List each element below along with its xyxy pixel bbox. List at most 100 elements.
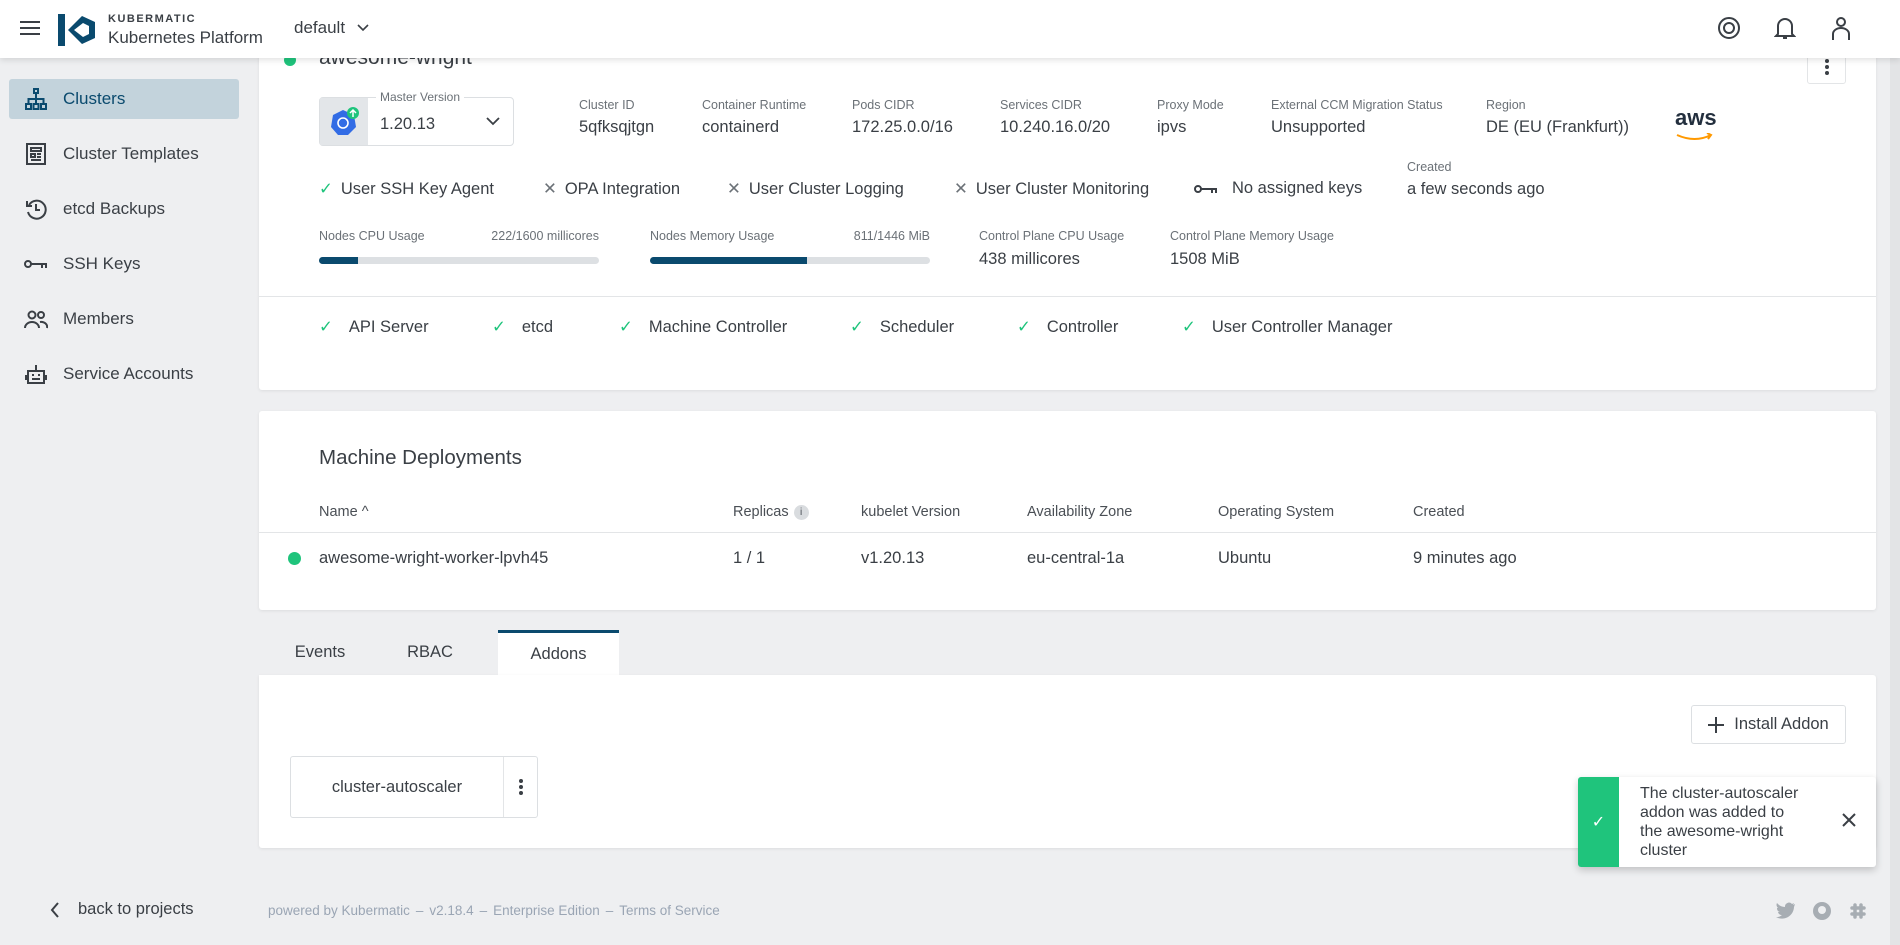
machine-deployments-card: Machine Deployments Name ^ Replicas i kub… [259,411,1876,610]
cell-name: awesome-wright-worker-lpvh45 [319,549,549,567]
key-icon [1194,184,1217,193]
column-header-zone: Availability Zone [1027,504,1133,520]
master-version-select[interactable]: Master Version 1.20.13 [319,90,514,146]
info-value: 10.240.16.0/20 [1000,118,1111,136]
feature-opa: ✕ OPA Integration [543,179,680,199]
sidebar-item-clusters[interactable]: Clusters [9,79,239,119]
master-version-label: Master Version [376,90,465,104]
history-icon [9,198,63,220]
cp-cpu-label: Control Plane CPU Usage [979,229,1125,243]
slack-icon[interactable] [1848,901,1868,921]
column-header-replicas: Replicas i [733,504,809,520]
info-icon[interactable]: i [793,504,809,520]
info-label: Container Runtime [702,98,807,112]
cpu-usage-value: 222/1600 millicores [491,229,599,243]
members-icon [9,309,63,329]
column-header-created: Created [1413,504,1465,520]
button-label: Install Addon [1734,715,1829,733]
brand-top: KUBERMATIC [108,13,197,25]
cell-kubelet: v1.20.13 [861,549,925,567]
info-label: External CCM Migration Status [1271,98,1443,112]
sidebar-item-label: SSH Keys [63,254,141,273]
provider-name: aws [1675,105,1717,130]
close-icon[interactable] [1841,812,1857,833]
table-row[interactable]: awesome-wright-worker-lpvh45 1 / 1 v1.20… [259,533,1876,583]
key-icon [9,258,63,270]
health-controller: ✓ Controller [1017,317,1118,337]
cp-cpu-value: 438 millicores [979,250,1080,268]
kubernetes-upgrade-icon [320,98,368,145]
sidebar-item-label: Clusters [63,89,126,108]
check-icon: ✓ [319,318,333,336]
menu-icon[interactable] [20,20,40,41]
tab-events[interactable]: Events [270,630,370,675]
column-header-os: Operating System [1218,504,1335,520]
sidebar-item-etcd-backups[interactable]: etcd Backups [9,189,239,229]
sidebar-item-label: Service Accounts [63,364,194,383]
health-machine-controller: ✓ Machine Controller [619,317,787,337]
user-icon[interactable] [1830,16,1852,45]
info-label: Services CIDR [1000,98,1082,112]
back-label: back to projects [78,900,194,918]
ssh-keys-label: No assigned keys [1232,179,1363,197]
column-label: Replicas [733,504,789,520]
info-label: Cluster ID [579,98,635,112]
kubermatic-logo[interactable] [58,14,96,51]
info-value: 5qfksqjtgn [579,118,655,136]
health-label: Controller [1046,317,1119,336]
back-to-projects-link[interactable]: back to projects [50,900,194,919]
help-icon[interactable] [1717,16,1741,45]
tab-addons[interactable]: Addons [498,630,619,675]
cell-zone: eu-central-1a [1027,549,1125,567]
feature-ssh-key-agent: ✓ User SSH Key Agent [319,179,494,199]
sidebar-item-ssh-keys[interactable]: SSH Keys [9,244,239,284]
feature-label: OPA Integration [564,179,681,198]
version-link[interactable]: v2.18.4 [429,903,473,918]
cp-memory-label: Control Plane Memory Usage [1170,229,1334,243]
more-vert-icon [519,779,523,795]
health-api-server: ✓ API Server [319,317,429,337]
sidebar-item-label: etcd Backups [63,199,166,218]
cp-memory-value: 1508 MiB [1170,250,1240,268]
powered-by-link[interactable]: powered by Kubermatic [268,903,410,918]
separator: – [479,903,488,918]
info-label: Pods CIDR [852,98,915,112]
check-icon: ✓ [492,318,506,336]
feature-label: User Cluster Monitoring [975,179,1150,198]
twitter-icon[interactable] [1776,901,1796,919]
addon-card[interactable]: cluster-autoscaler [290,756,538,818]
info-value: ipvs [1157,118,1187,136]
project-name: default [294,18,346,37]
status-dot [288,552,301,565]
toast-message: The cluster-autoscaler addon was added t… [1640,785,1799,859]
tab-rbac[interactable]: RBAC [380,630,480,675]
health-scheduler: ✓ Scheduler [850,317,954,337]
section-title: Machine Deployments [319,446,522,469]
column-header-name[interactable]: Name ^ [319,504,369,520]
sitemap-icon [9,88,63,110]
cpu-usage-fill [319,257,358,264]
footer: powered by Kubermatic – v2.18.4– Enterpri… [268,903,720,918]
tab-label: Addons [530,644,587,663]
check-icon: ✓ [619,318,633,336]
check-icon: ✓ [1017,318,1031,336]
feature-label: User SSH Key Agent [340,179,494,198]
addon-menu-button[interactable] [503,757,538,817]
github-icon[interactable] [1812,901,1832,921]
install-addon-button[interactable]: Install Addon [1691,705,1846,744]
master-version-value: 1.20.13 [380,115,436,133]
project-selector[interactable]: default [294,18,369,38]
sidebar-item-service-accounts[interactable]: Service Accounts [9,354,239,394]
created-label: Created [1407,160,1452,174]
bell-icon[interactable] [1773,16,1797,45]
scrollbar[interactable] [1890,58,1900,945]
info-label: Region [1486,98,1526,112]
sidebar-item-cluster-templates[interactable]: Cluster Templates [9,134,239,174]
memory-usage-bar [650,257,930,264]
terms-link[interactable]: Terms of Service [619,903,720,918]
info-label: Proxy Mode [1157,98,1224,112]
chevron-down-icon [357,24,369,32]
health-etcd: ✓ etcd [492,317,553,337]
sidebar-item-members[interactable]: Members [9,299,239,339]
info-value: DE (EU (Frankfurt)) [1486,118,1630,136]
